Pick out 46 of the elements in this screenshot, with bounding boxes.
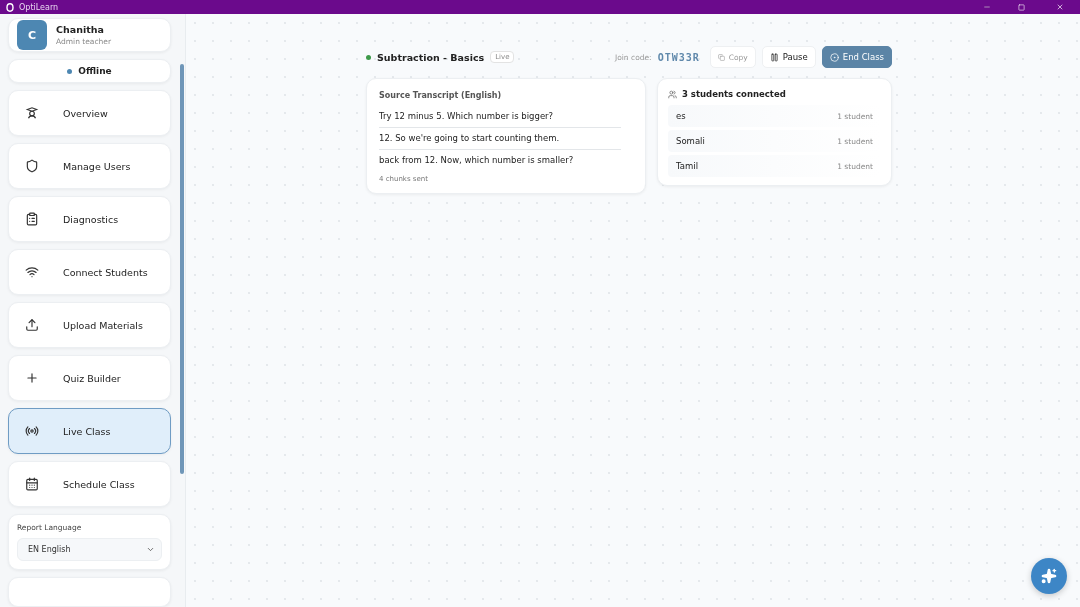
close-icon[interactable] bbox=[1056, 3, 1064, 11]
pause-icon bbox=[769, 52, 779, 62]
nav-item[interactable]: Connect Students bbox=[8, 249, 171, 295]
join-code: OTW33R bbox=[657, 51, 700, 63]
plus-icon bbox=[25, 371, 39, 385]
nav-item[interactable]: Quiz Builder bbox=[8, 355, 171, 401]
transcript-line: 12. So we're going to start counting them. bbox=[379, 128, 621, 150]
language-name: Somali bbox=[676, 136, 705, 146]
user-name: Chanitha bbox=[56, 24, 105, 36]
class-title: Subtraction - Basics bbox=[377, 51, 485, 63]
clipboard-icon bbox=[25, 212, 39, 226]
transcript-line: back from 12. Now, which number is smaller? bbox=[379, 154, 575, 167]
window-title: OptiLearn bbox=[19, 2, 60, 12]
language-select[interactable]: EN English bbox=[17, 538, 162, 561]
nav-item[interactable]: Manage Users bbox=[8, 143, 171, 189]
scrollbar[interactable] bbox=[180, 64, 184, 474]
pause-button[interactable]: Pause bbox=[761, 46, 816, 68]
nav-item[interactable]: Upload Materials bbox=[8, 302, 171, 348]
nav-item[interactable]: Schedule Class bbox=[8, 461, 171, 507]
transcript-line: Try 12 minus 5. Which number is bigger? bbox=[379, 106, 621, 128]
end-class-button[interactable]: End Class bbox=[821, 46, 892, 68]
assistant-button[interactable] bbox=[1031, 558, 1067, 594]
live-dot bbox=[366, 54, 371, 60]
stop-icon bbox=[829, 52, 839, 62]
chevron-down-icon bbox=[146, 545, 155, 554]
status-dot bbox=[67, 68, 73, 74]
sparkle-icon bbox=[1041, 568, 1057, 584]
nav-item[interactable]: Diagnostics bbox=[8, 196, 171, 242]
nav-item[interactable]: Live Class bbox=[8, 408, 171, 454]
teacher-icon bbox=[25, 106, 39, 120]
avatar: C bbox=[17, 20, 47, 51]
radio-icon bbox=[25, 424, 39, 438]
copy-icon bbox=[717, 53, 725, 61]
restore-icon[interactable] bbox=[1018, 3, 1025, 11]
language-name: es bbox=[676, 111, 686, 121]
logo-icon bbox=[6, 2, 14, 12]
transcript-title: Source Transcript (English) bbox=[379, 91, 503, 100]
calendar-icon bbox=[25, 477, 39, 491]
students-title: 3 students connected bbox=[682, 89, 786, 99]
status-label: Offline bbox=[78, 66, 112, 77]
upload-icon bbox=[25, 318, 39, 332]
nav-item[interactable]: Overview bbox=[8, 90, 171, 136]
wifi-icon bbox=[25, 265, 39, 279]
users-icon bbox=[668, 89, 677, 99]
language-name: Tamil bbox=[676, 161, 698, 171]
shield-icon bbox=[25, 159, 39, 173]
